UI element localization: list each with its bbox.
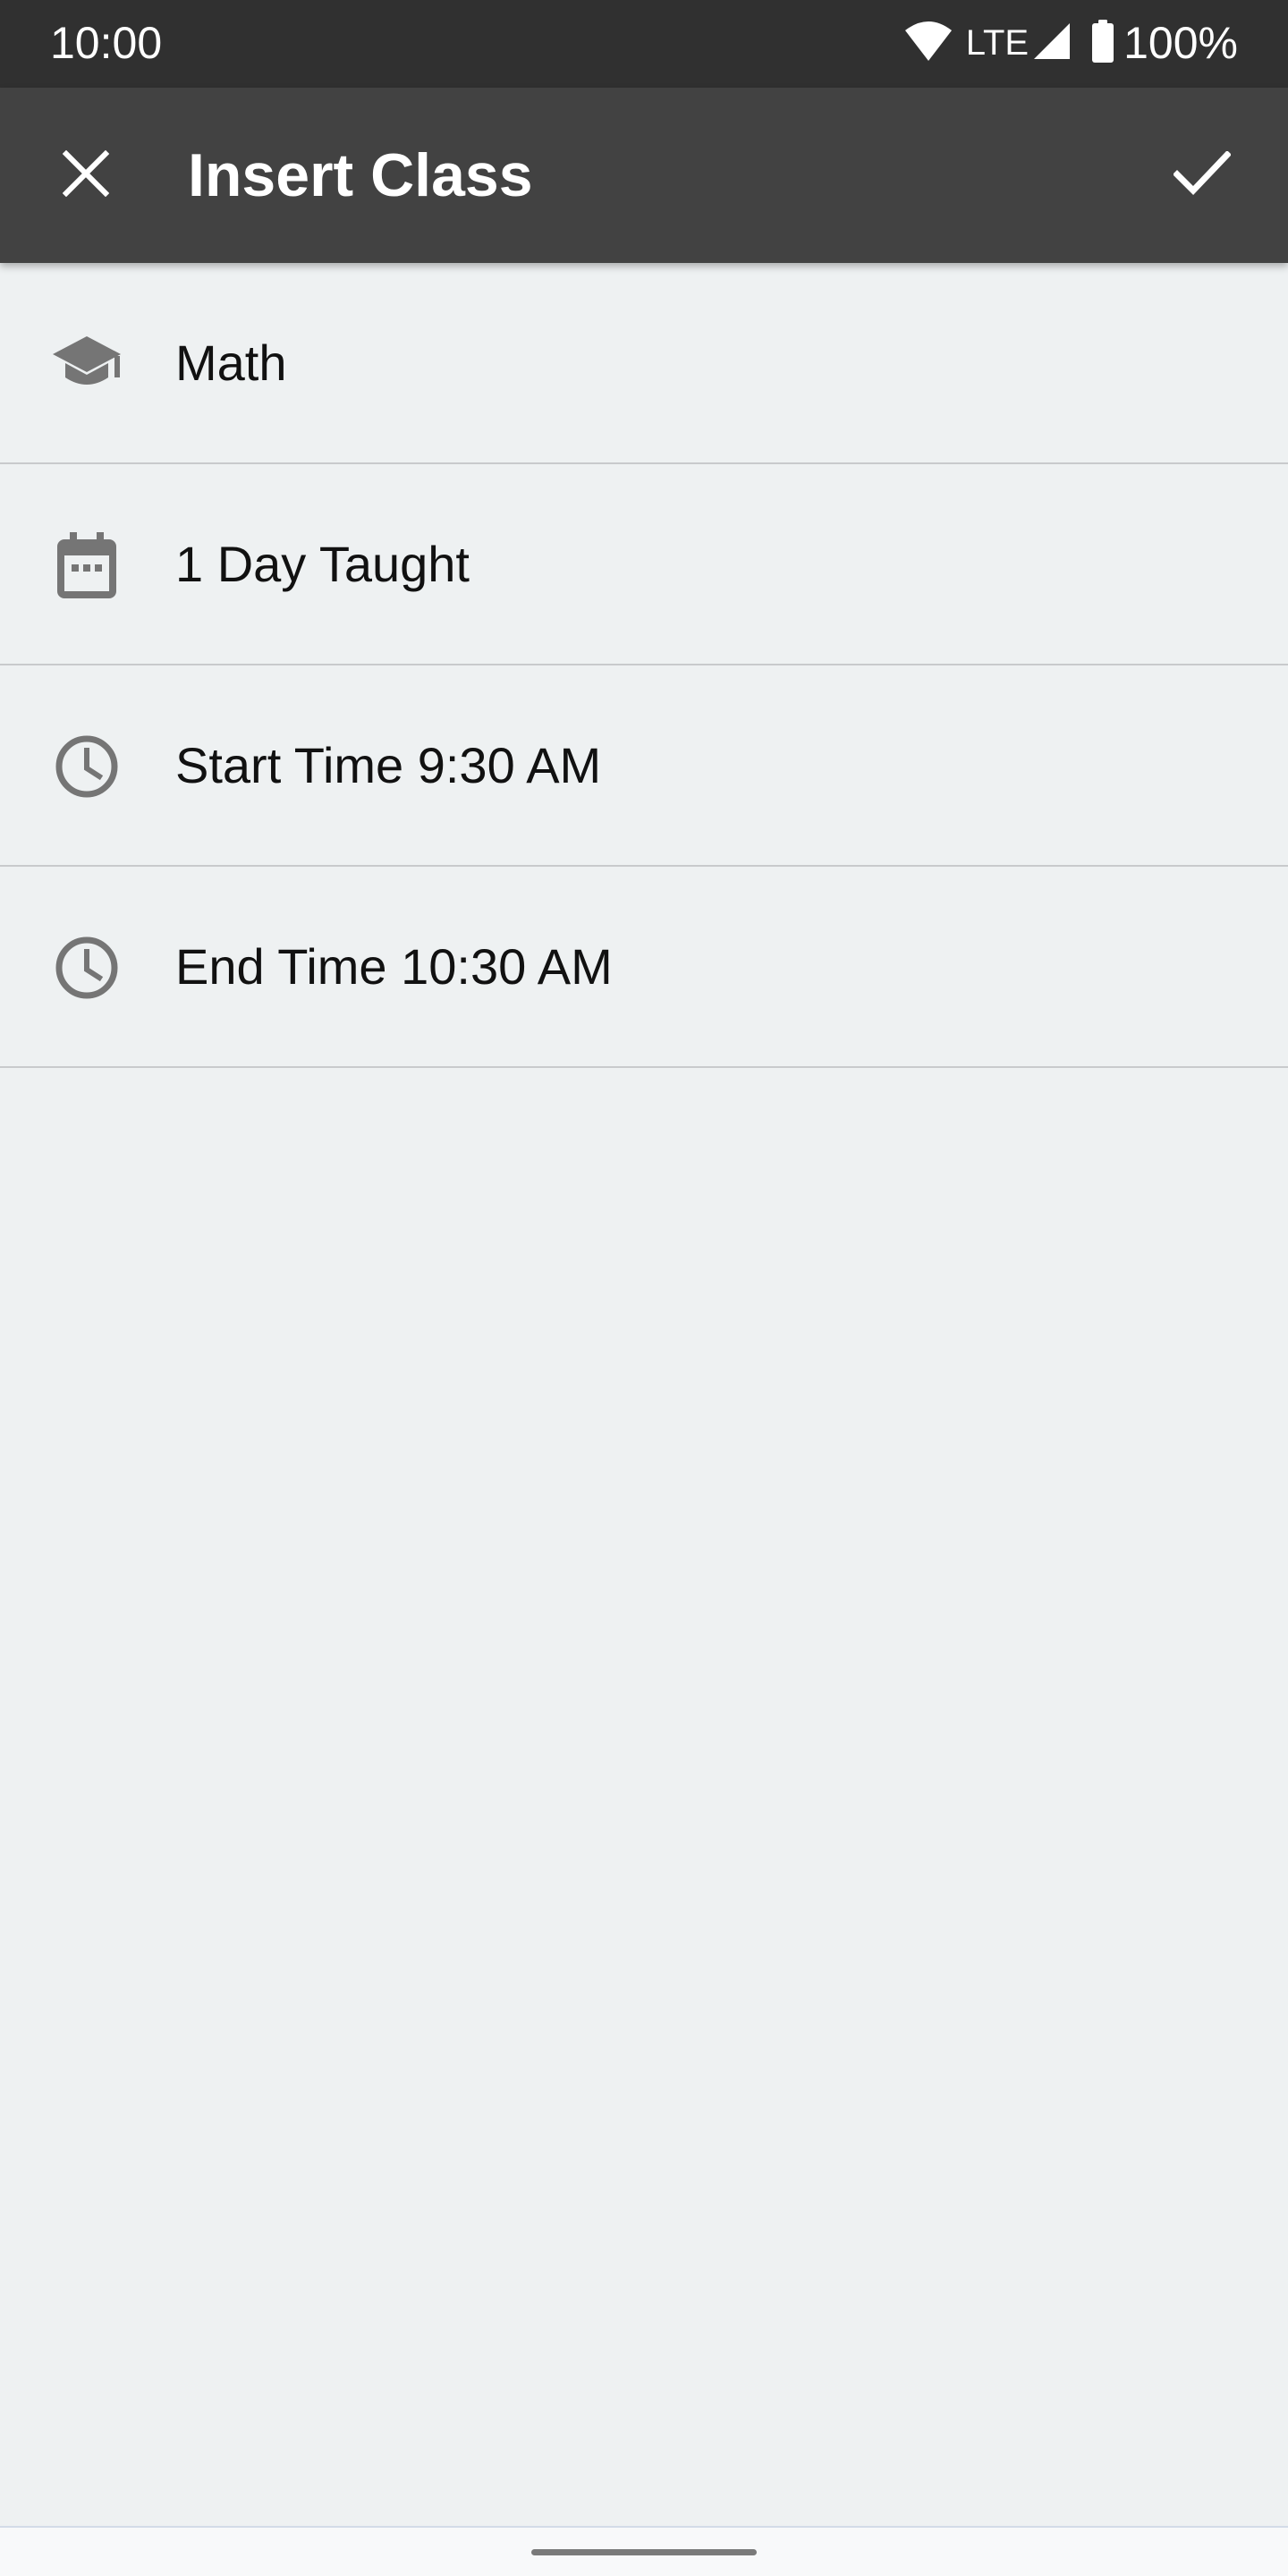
list-item-label: End Time 10:30 AM bbox=[175, 938, 613, 995]
list-item-label: 1 Day Taught bbox=[175, 536, 470, 592]
confirm-button[interactable] bbox=[1159, 132, 1245, 218]
list-item-label: Start Time 9:30 AM bbox=[175, 737, 602, 793]
app-bar: Insert Class bbox=[0, 88, 1288, 263]
gesture-handle[interactable] bbox=[531, 2549, 757, 2555]
calendar-icon bbox=[48, 527, 125, 604]
school-icon bbox=[48, 326, 125, 402]
close-icon bbox=[62, 149, 110, 201]
status-icons: LTE 100% bbox=[903, 16, 1238, 70]
battery-percent: 100% bbox=[1123, 18, 1238, 68]
check-icon bbox=[1173, 149, 1232, 200]
signal-icon bbox=[1032, 21, 1072, 65]
list-item-start-time[interactable]: Start Time 9:30 AM bbox=[0, 665, 1288, 867]
status-bar: 10:00 LTE 100% bbox=[0, 0, 1288, 88]
page-title: Insert Class bbox=[188, 141, 533, 209]
wifi-icon bbox=[903, 20, 953, 67]
class-details-list: Math 1 Day Taught Start Time 9:30 AM End… bbox=[0, 263, 1288, 1068]
battery-icon bbox=[1091, 19, 1114, 67]
list-item-class-name[interactable]: Math bbox=[0, 263, 1288, 464]
network-type-label: LTE bbox=[965, 23, 1030, 63]
list-item-days-taught[interactable]: 1 Day Taught bbox=[0, 464, 1288, 665]
clock-icon bbox=[48, 929, 125, 1006]
list-item-label: Math bbox=[175, 335, 287, 391]
status-time: 10:00 bbox=[50, 18, 163, 68]
close-button[interactable] bbox=[43, 132, 129, 218]
list-item-end-time[interactable]: End Time 10:30 AM bbox=[0, 867, 1288, 1068]
clock-icon bbox=[48, 728, 125, 805]
